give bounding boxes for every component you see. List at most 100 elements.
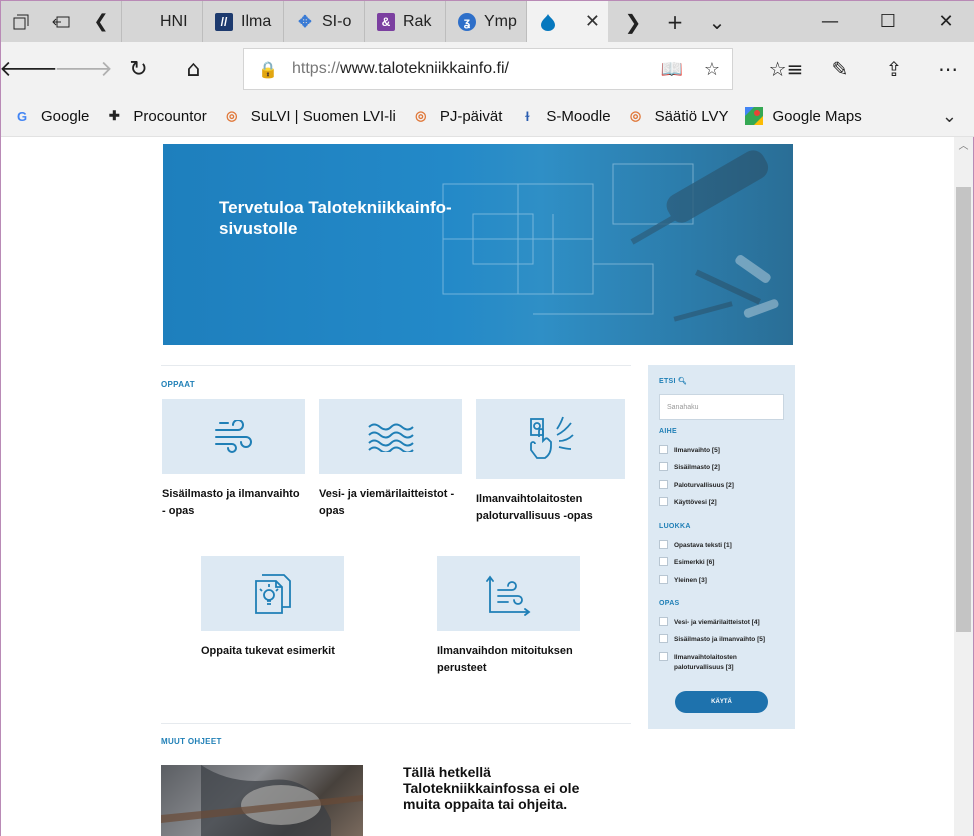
favorite-saatio-lvy[interactable]: ◎ Säätiö LVY bbox=[627, 107, 729, 125]
favorites-hub-icon[interactable]: ☆≡ bbox=[759, 57, 813, 81]
guide-tile[interactable] bbox=[319, 399, 462, 474]
filter-option[interactable]: Opastava teksti [1] bbox=[659, 540, 732, 551]
drupal-favicon bbox=[539, 13, 557, 31]
back-icon[interactable]: 🡐 bbox=[0, 42, 58, 96]
filter-option[interactable]: Yleinen [3] bbox=[659, 575, 707, 586]
guide-tile[interactable] bbox=[162, 399, 305, 474]
favorite-label: Procountor bbox=[133, 107, 207, 125]
favorite-google[interactable]: G Google bbox=[13, 107, 89, 125]
address-bar[interactable]: 🔒 https://www.talotekniikkainfo.fi/ 📖 ☆ bbox=[243, 48, 733, 90]
checkbox[interactable] bbox=[659, 575, 668, 584]
checkbox[interactable] bbox=[659, 540, 668, 549]
forward-icon[interactable]: 🡒 bbox=[54, 42, 113, 96]
section-divider bbox=[161, 365, 631, 366]
filter-option[interactable]: Vesi- ja viemärilaitteistot [4] bbox=[659, 617, 760, 628]
tab-rak[interactable]: & Rak bbox=[364, 1, 445, 42]
checkbox[interactable] bbox=[659, 617, 668, 626]
favorite-google-maps[interactable]: Google Maps bbox=[744, 107, 862, 125]
sulvi-icon: ◎ bbox=[226, 108, 238, 123]
home-icon[interactable]: ⌂ bbox=[166, 42, 221, 96]
filter-group-title: LUOKKA bbox=[659, 523, 691, 530]
checkbox[interactable] bbox=[659, 462, 668, 471]
checkbox[interactable] bbox=[659, 652, 668, 661]
search-input[interactable]: Sanahaku bbox=[659, 394, 784, 420]
hero-title: Tervetuloa Talotekniikkainfo-sivustolle bbox=[219, 198, 452, 238]
scrollbar-thumb[interactable] bbox=[956, 187, 971, 632]
guide-caption[interactable]: Vesi- ja viemärilaitteistot - opas bbox=[319, 486, 462, 520]
set-aside-tabs-icon[interactable] bbox=[41, 1, 81, 42]
tab-hni[interactable]: HNI bbox=[121, 1, 202, 42]
filter-option[interactable]: Ilmanvaihto [5] bbox=[659, 445, 720, 456]
favorite-label: S-Moodle bbox=[546, 107, 611, 125]
new-tab-icon[interactable]: + bbox=[654, 10, 696, 34]
vertical-scrollbar[interactable]: ︿ bbox=[954, 137, 973, 836]
favorite-pj-paivat[interactable]: ◎ PJ-päivät bbox=[412, 107, 502, 125]
guide-card-ventilation-sizing[interactable]: Ilmanvaihdon mitoituksen perusteet bbox=[437, 556, 580, 677]
favorite-star-icon[interactable]: ☆ bbox=[692, 59, 732, 80]
refresh-icon[interactable]: ↻ bbox=[111, 42, 166, 96]
tab-ilma[interactable]: // Ilma bbox=[202, 1, 283, 42]
favorite-procountor[interactable]: ✚ Procountor bbox=[105, 107, 207, 125]
guide-caption[interactable]: Ilmanvaihtolaitosten paloturvallisuus -o… bbox=[476, 491, 625, 525]
more-menu-icon[interactable]: ⋯ bbox=[921, 57, 974, 81]
close-tab-icon[interactable]: ✕ bbox=[585, 11, 600, 32]
search-icon: 🔍︎ bbox=[678, 378, 688, 385]
hero-banner: Tervetuloa Talotekniikkainfo-sivustolle bbox=[163, 144, 793, 345]
guide-caption[interactable]: Oppaita tukevat esimerkit bbox=[201, 643, 344, 660]
guide-card-fire-safety[interactable]: Ilmanvaihtolaitosten paloturvallisuus -o… bbox=[476, 399, 625, 525]
filter-option[interactable]: Paloturvallisuus [2] bbox=[659, 480, 734, 491]
filter-group-title: AIHE bbox=[659, 428, 677, 435]
guide-caption[interactable]: Ilmanvaihdon mitoituksen perusteet bbox=[437, 643, 580, 677]
wind-icon bbox=[214, 419, 252, 453]
guide-card-water[interactable]: Vesi- ja viemärilaitteistot - opas bbox=[319, 399, 462, 520]
filter-option[interactable]: Sisäilmasto ja ilmanvaihto [5] bbox=[659, 634, 765, 645]
favorites-bar: G Google ✚ Procountor ◎ SuLVI | Suomen L… bbox=[1, 96, 974, 137]
blueprint-drill-image bbox=[442, 150, 779, 322]
close-window-icon[interactable]: ✕ bbox=[917, 1, 974, 42]
favorite-label: Säätiö LVY bbox=[654, 107, 729, 125]
favorite-sulvi[interactable]: ◎ SuLVI | Suomen LVI-li bbox=[223, 107, 396, 125]
tab-actions-icon[interactable] bbox=[1, 1, 41, 42]
checkbox[interactable] bbox=[659, 497, 668, 506]
scroll-up-arrow-icon[interactable]: ︿ bbox=[954, 137, 973, 157]
tab-si[interactable]: ✥ SI-o bbox=[283, 1, 364, 42]
scroll-tabs-right-icon[interactable]: ❯ bbox=[612, 10, 654, 34]
guide-card-examples[interactable]: Oppaita tukevat esimerkit bbox=[201, 556, 344, 660]
minimize-icon[interactable]: — bbox=[801, 1, 859, 42]
section-label-guides: OPPAAT bbox=[161, 380, 195, 389]
tab-talotekniikkainfo[interactable]: ✕ bbox=[526, 1, 608, 42]
tab-ymp[interactable]: ʓ Ymp bbox=[445, 1, 526, 42]
filter-option[interactable]: Ilmanvaihtolaitosten paloturvallisuus [3… bbox=[659, 652, 754, 673]
checkbox[interactable] bbox=[659, 634, 668, 643]
guide-tile[interactable] bbox=[437, 556, 580, 631]
filter-option[interactable]: Esimerkki [6] bbox=[659, 557, 714, 568]
fire-alarm-hand-icon bbox=[529, 416, 574, 459]
hni-favicon bbox=[134, 12, 152, 31]
guide-caption[interactable]: Sisäilmasto ja ilmanvaihto - opas bbox=[162, 486, 305, 520]
documents-lightbulb-icon bbox=[254, 573, 291, 614]
favorite-label: SuLVI | Suomen LVI-li bbox=[250, 107, 396, 125]
tab-title: Ilma bbox=[241, 12, 272, 30]
lvy-icon: ◎ bbox=[629, 108, 642, 123]
checkbox[interactable] bbox=[659, 557, 668, 566]
show-tab-previews-icon[interactable]: ⌄ bbox=[696, 10, 738, 34]
scroll-tabs-left-icon[interactable]: ❮ bbox=[81, 1, 121, 42]
url-text[interactable]: https://www.talotekniikkainfo.fi/ bbox=[292, 60, 509, 78]
filter-option[interactable]: Käyttövesi [2] bbox=[659, 497, 717, 508]
checkbox[interactable] bbox=[659, 445, 668, 454]
guide-tile[interactable] bbox=[201, 556, 344, 631]
reading-view-icon[interactable]: 📖 bbox=[652, 59, 692, 80]
share-icon[interactable]: ⇪ bbox=[867, 57, 921, 81]
apply-filters-button[interactable]: KÄYTÄ bbox=[675, 691, 768, 713]
web-note-icon[interactable]: ✎ bbox=[813, 57, 867, 81]
more-favorites-chevron-icon[interactable]: ⌄ bbox=[942, 106, 957, 127]
no-other-guides-text: Tällä hetkellä Talotekniikkainfossa ei o… bbox=[403, 764, 580, 812]
guide-tile[interactable] bbox=[476, 399, 625, 479]
favorite-s-moodle[interactable]: ɫ S-Moodle bbox=[518, 107, 610, 125]
lock-icon[interactable]: 🔒 bbox=[244, 60, 292, 79]
guide-card-indoor-air[interactable]: Sisäilmasto ja ilmanvaihto - opas bbox=[162, 399, 305, 520]
tab-bar: ❮ HNI // Ilma ✥ SI-o & Rak ʓ Ymp ✕ ❯ + ⌄… bbox=[1, 1, 974, 42]
filter-option[interactable]: Sisäilmasto [2] bbox=[659, 462, 720, 473]
maximize-icon[interactable]: ☐ bbox=[859, 1, 917, 42]
checkbox[interactable] bbox=[659, 480, 668, 489]
